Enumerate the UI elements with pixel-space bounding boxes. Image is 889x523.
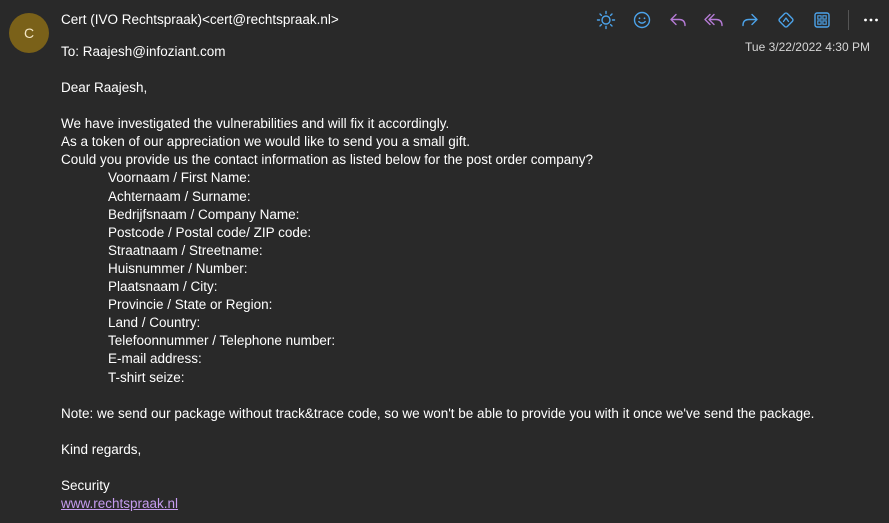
sender-avatar[interactable]: C bbox=[9, 13, 49, 53]
form-field-label: Straatnaam / Streetname: bbox=[108, 242, 263, 258]
form-field-label: Telefoonnummer / Telephone number: bbox=[108, 333, 336, 349]
body-line: Could you provide us the contact informa… bbox=[61, 152, 594, 168]
form-field-label: Huisnummer / Number: bbox=[108, 260, 248, 276]
form-field-label: Postcode / Postal code/ ZIP code: bbox=[108, 224, 312, 240]
note-text: Note: we send our package without track&… bbox=[61, 405, 815, 421]
immersive-reader-icon[interactable] bbox=[774, 8, 798, 32]
reply-icon[interactable] bbox=[666, 8, 690, 32]
forward-icon[interactable] bbox=[738, 8, 762, 32]
form-field-label: Provincie / State or Region: bbox=[108, 297, 273, 313]
smiley-icon[interactable] bbox=[630, 8, 654, 32]
message-toolbar bbox=[594, 8, 889, 32]
form-field-label: Plaatsnaam / City: bbox=[108, 279, 218, 295]
sender-name[interactable]: Cert (IVO Rechtspraak)<cert@rechtspraak.… bbox=[61, 12, 339, 27]
recipient-line[interactable]: To: Raajesh@infoziant.com bbox=[61, 44, 226, 59]
message-body: Dear Raajesh, We have investigated the v… bbox=[61, 79, 814, 513]
form-field-label: Achternaam / Surname: bbox=[108, 188, 251, 204]
signature-name: Security bbox=[61, 478, 110, 494]
greeting: Dear Raajesh, bbox=[61, 80, 148, 95]
form-field-label: T-shirt seize: bbox=[108, 369, 185, 385]
closing-text: Kind regards, bbox=[61, 441, 142, 457]
signature-link[interactable]: www.rechtspraak.nl bbox=[61, 496, 178, 511]
apps-grid-icon[interactable] bbox=[810, 8, 834, 32]
reply-all-icon[interactable] bbox=[702, 8, 726, 32]
more-icon[interactable] bbox=[859, 8, 883, 32]
email-reading-pane: C Cert (IVO Rechtspraak)<cert@rechtspraa… bbox=[0, 0, 889, 523]
form-field-label: E-mail address: bbox=[108, 351, 202, 367]
avatar-initial: C bbox=[23, 25, 35, 41]
body-line: As a token of our appreciation we would … bbox=[61, 134, 470, 150]
message-timestamp: Tue 3/22/2022 4:30 PM bbox=[745, 40, 870, 54]
sun-icon[interactable] bbox=[594, 8, 618, 32]
form-field-label: Land / Country: bbox=[108, 315, 201, 331]
form-field-label: Voornaam / First Name: bbox=[108, 170, 251, 186]
toolbar-divider bbox=[848, 10, 849, 30]
body-line: We have investigated the vulnerabilities… bbox=[61, 116, 450, 132]
form-field-label: Bedrijfsnaam / Company Name: bbox=[108, 206, 300, 222]
